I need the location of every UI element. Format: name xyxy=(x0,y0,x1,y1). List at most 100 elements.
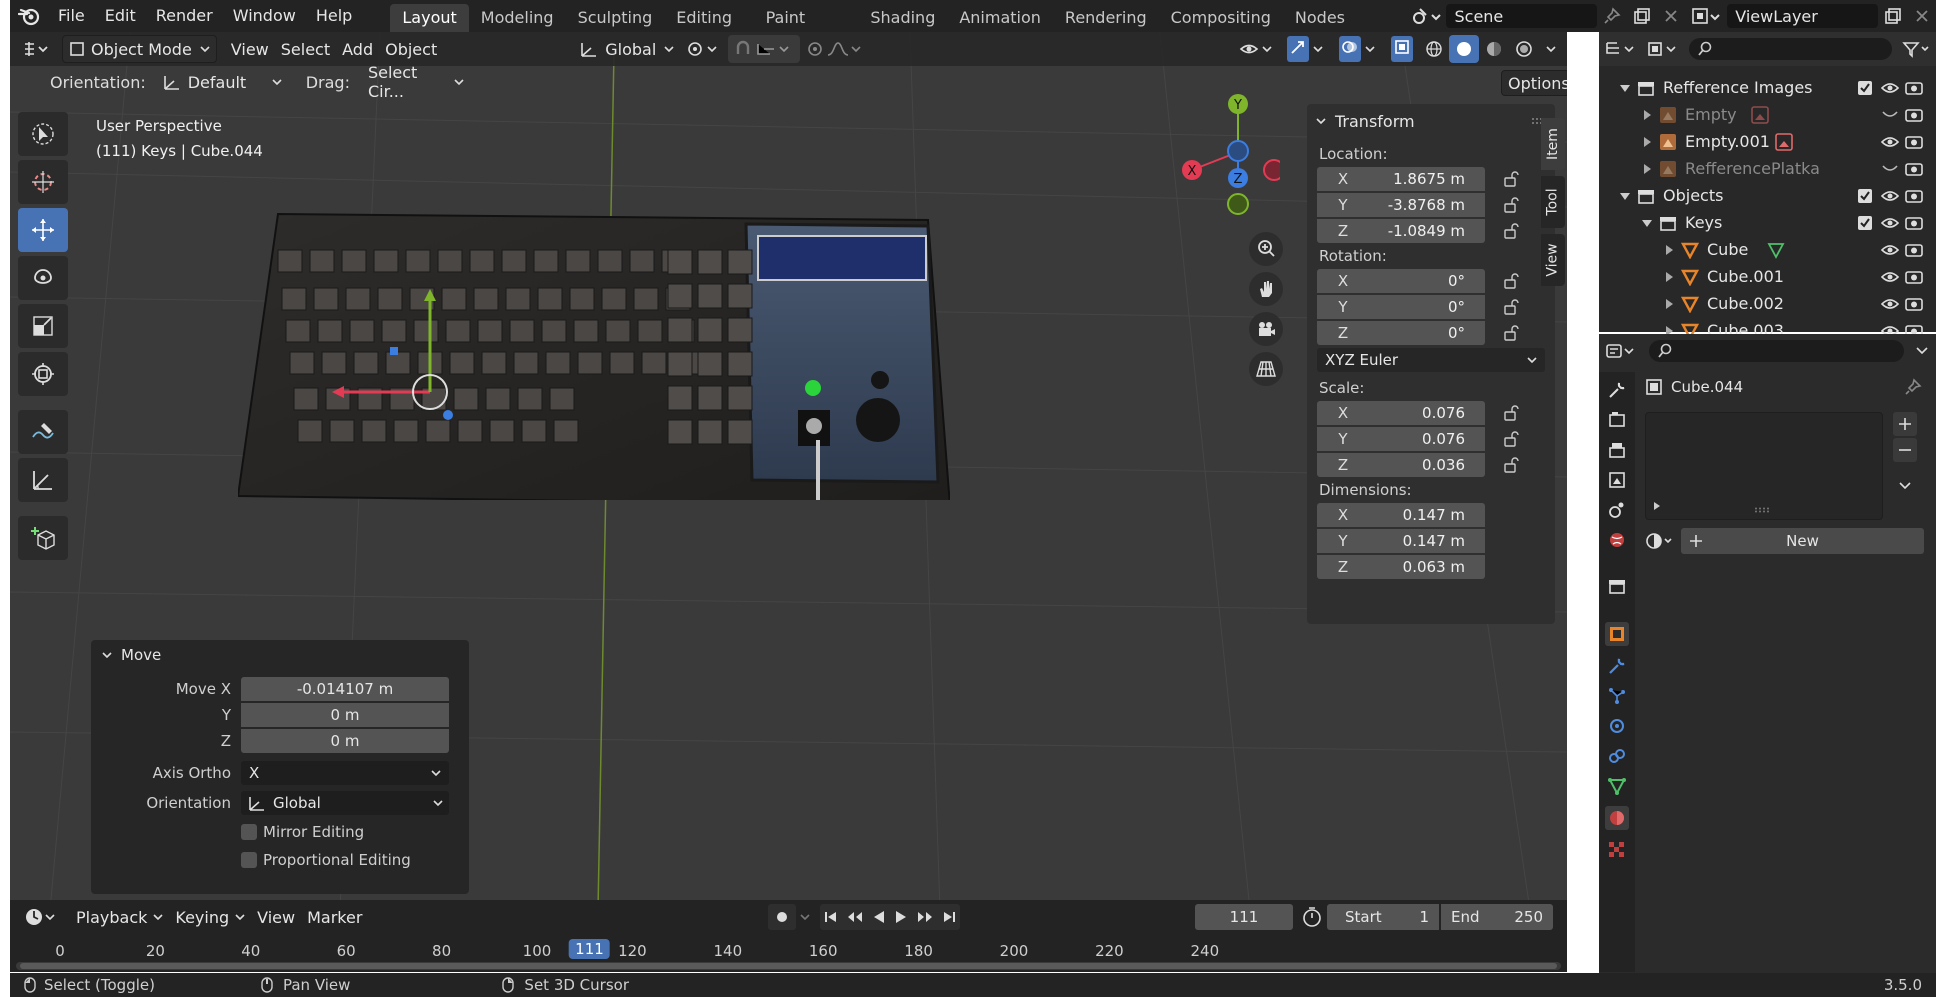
editor-type-button[interactable] xyxy=(16,35,58,63)
add-cube-icon[interactable] xyxy=(18,516,68,560)
render-camera-icon[interactable] xyxy=(1905,107,1923,123)
render-camera-icon[interactable] xyxy=(1905,161,1923,177)
move-panel-header[interactable]: Move xyxy=(91,640,469,670)
rotate-icon[interactable] xyxy=(18,256,68,300)
timeline-editor-type-icon[interactable] xyxy=(24,907,58,927)
render-properties-icon[interactable] xyxy=(1607,410,1627,430)
tab-modeling[interactable]: Modeling xyxy=(469,4,566,32)
rotation-z-field[interactable]: Z 0° xyxy=(1317,321,1485,345)
new-scene-icon[interactable] xyxy=(1633,7,1651,25)
eye-icon[interactable] xyxy=(1881,243,1899,257)
properties-search-input[interactable] xyxy=(1649,340,1904,362)
playback-menu[interactable]: Playback xyxy=(70,903,169,931)
sidebar-tab-view[interactable]: View xyxy=(1541,234,1565,286)
outliner-item[interactable]: Cube.001 xyxy=(1599,263,1936,290)
current-frame-field[interactable]: 111 xyxy=(1195,904,1293,930)
properties-editor-type-icon[interactable] xyxy=(1605,342,1639,360)
shading-rendered-icon[interactable] xyxy=(1509,35,1539,63)
stopwatch-icon[interactable] xyxy=(1301,906,1323,928)
tab-layout[interactable]: Layout xyxy=(390,4,469,32)
new-view-layer-icon[interactable] xyxy=(1884,7,1902,25)
move-y-field[interactable]: 0 m xyxy=(241,703,449,727)
lock-icon[interactable] xyxy=(1503,197,1521,213)
scene-selector[interactable]: Scene xyxy=(1446,4,1598,28)
rotation-x-field[interactable]: X 0° xyxy=(1317,269,1485,293)
outliner-editor-type-icon[interactable] xyxy=(1605,40,1639,58)
jump-start-icon[interactable] xyxy=(820,910,842,924)
expand-right-icon[interactable] xyxy=(1663,244,1675,256)
tab-animation[interactable]: Animation xyxy=(947,4,1053,32)
render-camera-icon[interactable] xyxy=(1905,134,1923,150)
shading-options-chevron-icon[interactable] xyxy=(1539,35,1563,63)
object-visibility-icon[interactable] xyxy=(1233,35,1281,63)
perspective-grid-icon[interactable] xyxy=(1249,352,1283,386)
transform-orientation-selector[interactable]: Global xyxy=(573,35,680,63)
cursor-select-icon[interactable] xyxy=(18,112,68,156)
output-properties-icon[interactable] xyxy=(1607,440,1627,460)
particles-properties-icon[interactable] xyxy=(1607,686,1627,706)
expand-down-icon[interactable] xyxy=(1619,82,1631,94)
collection-properties-icon[interactable] xyxy=(1607,576,1627,596)
record-icon[interactable] xyxy=(768,904,797,930)
pan-hand-icon[interactable] xyxy=(1249,272,1283,306)
modifier-properties-icon[interactable] xyxy=(1607,656,1627,676)
overlays-toggle-icon[interactable] xyxy=(1333,35,1385,63)
delete-scene-icon[interactable] xyxy=(1663,8,1679,24)
blender-logo-icon[interactable] xyxy=(18,6,40,26)
eye-icon[interactable] xyxy=(1881,135,1899,149)
expand-right-icon[interactable] xyxy=(1663,298,1675,310)
physics-properties-icon[interactable] xyxy=(1607,716,1627,736)
playhead[interactable]: 111 xyxy=(569,939,610,959)
proportional-editing-checkbox[interactable] xyxy=(241,852,257,868)
render-camera-icon[interactable] xyxy=(1905,215,1923,231)
play-icon[interactable] xyxy=(890,910,912,924)
render-camera-icon[interactable] xyxy=(1905,269,1923,285)
slot-specials-icon[interactable] xyxy=(1893,474,1917,498)
zoom-icon[interactable] xyxy=(1249,232,1283,266)
expand-right-icon[interactable] xyxy=(1641,109,1653,121)
3d-cursor-icon[interactable] xyxy=(18,160,68,204)
timeline-scrollbar[interactable] xyxy=(16,962,1561,970)
eye-icon[interactable] xyxy=(1881,81,1899,95)
menu-object[interactable]: Object xyxy=(379,35,443,63)
texture-properties-icon[interactable] xyxy=(1607,840,1627,860)
keying-menu[interactable]: Keying xyxy=(169,903,251,931)
outliner-search-input[interactable] xyxy=(1689,38,1892,60)
world-properties-icon[interactable] xyxy=(1607,530,1627,550)
render-camera-icon[interactable] xyxy=(1905,296,1923,312)
sidebar-tab-tool[interactable]: Tool xyxy=(1541,176,1565,228)
move-x-field[interactable]: -0.014107 m xyxy=(241,677,449,701)
gizmo-toggle-icon[interactable] xyxy=(1281,35,1333,63)
exclude-checkbox-icon[interactable] xyxy=(1857,215,1873,231)
tab-compositing[interactable]: Compositing xyxy=(1159,4,1283,32)
transform-icon[interactable] xyxy=(18,352,68,396)
marker-menu[interactable]: Marker xyxy=(301,903,368,931)
proportional-editing-row[interactable]: Proportional Editing xyxy=(91,846,469,874)
lock-icon[interactable] xyxy=(1503,299,1521,315)
eye-icon[interactable] xyxy=(1881,189,1899,203)
frame-ruler[interactable]: 0 20 40 60 80 100 111 120 140 160 180 200 220 240 xyxy=(10,938,1567,962)
material-browse-icon[interactable] xyxy=(1645,531,1675,551)
material-properties-icon[interactable] xyxy=(1605,806,1629,830)
move-orientation-selector[interactable]: Global xyxy=(241,791,449,815)
pivot-point-icon[interactable] xyxy=(680,35,728,63)
location-y-field[interactable]: Y -3.8768 m xyxy=(1317,193,1485,217)
scale-icon[interactable] xyxy=(18,304,68,348)
mode-selector[interactable]: Object Mode xyxy=(62,35,217,63)
delete-view-layer-icon[interactable] xyxy=(1914,8,1930,24)
menu-window[interactable]: Window xyxy=(223,0,306,32)
orientation-default-selector[interactable]: Default xyxy=(156,68,288,96)
tab-geometry-nodes[interactable]: Geometry Nodes xyxy=(1283,0,1413,32)
prev-keyframe-icon[interactable] xyxy=(842,910,868,924)
rotation-y-field[interactable]: Y 0° xyxy=(1317,295,1485,319)
tab-sculpting[interactable]: Sculpting xyxy=(566,4,665,32)
timeline-view-menu[interactable]: View xyxy=(251,903,301,931)
image-data-icon[interactable] xyxy=(1751,105,1769,124)
shading-wireframe-icon[interactable] xyxy=(1419,35,1449,63)
eye-icon[interactable] xyxy=(1881,270,1899,284)
lock-icon[interactable] xyxy=(1503,431,1521,447)
outliner-item[interactable]: Empty xyxy=(1599,101,1936,128)
outliner-item[interactable]: Refference Images xyxy=(1599,74,1936,101)
axis-ortho-selector[interactable]: X xyxy=(241,761,449,785)
auto-keying-chevron-icon[interactable] xyxy=(798,911,812,923)
